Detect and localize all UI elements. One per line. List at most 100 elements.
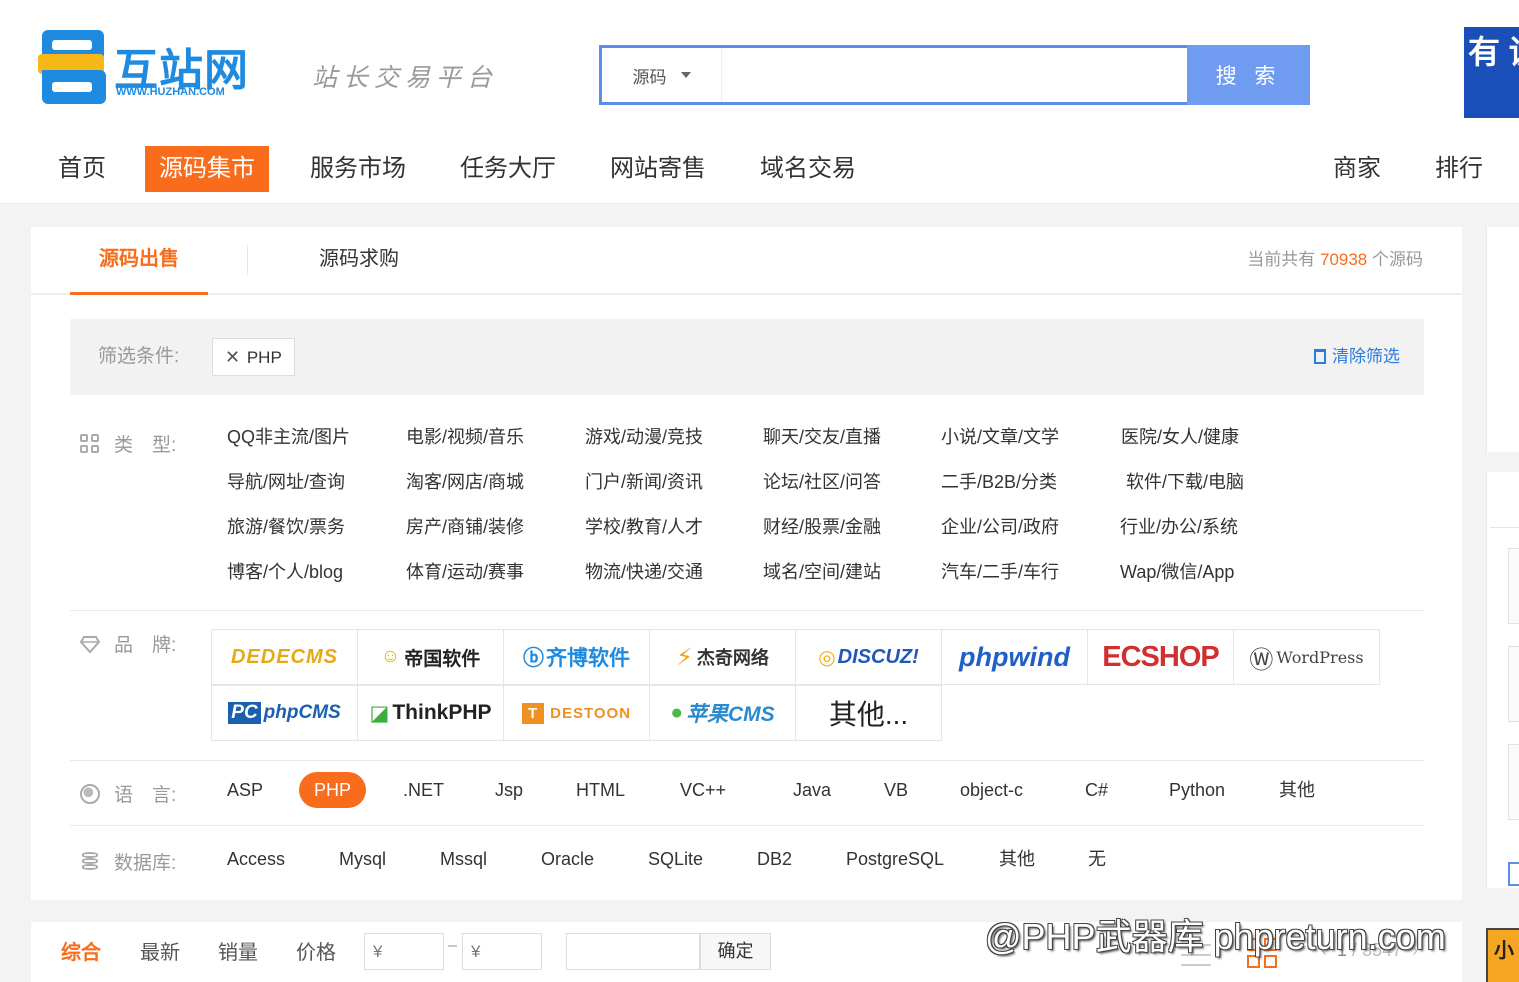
type-row-label: 类 型:	[80, 430, 176, 457]
type-item[interactable]: 房产/商铺/装修	[406, 513, 524, 539]
db-item[interactable]: 其他	[999, 841, 1035, 877]
filter-tag-php[interactable]: ✕ PHP	[212, 338, 295, 376]
db-item[interactable]: 无	[1088, 841, 1106, 877]
search-input[interactable]	[723, 48, 1189, 102]
brand-ecshop[interactable]: ECSHOP	[1087, 629, 1234, 685]
nav-item-service-market[interactable]: 服务市场	[296, 146, 420, 192]
nav-item-source-market[interactable]: 源码集市	[145, 146, 269, 192]
type-item[interactable]: 软件/下载/电脑	[1126, 468, 1244, 494]
tab-bar: 源码出售 源码求购 当前共有 70938 个源码	[31, 227, 1462, 295]
tab-source-buy[interactable]: 源码求购	[319, 227, 399, 295]
lang-item[interactable]: VB	[884, 772, 908, 808]
type-item[interactable]: 导航/网址/查询	[227, 468, 345, 494]
type-item[interactable]: 医院/女人/健康	[1121, 423, 1239, 449]
sort-newest[interactable]: 最新	[140, 936, 180, 965]
price-max-input[interactable]: ¥	[462, 933, 542, 970]
type-item[interactable]: 财经/股票/金融	[763, 513, 881, 539]
type-item[interactable]: Wap/微信/App	[1120, 558, 1234, 584]
lang-item[interactable]: Java	[793, 772, 831, 808]
lang-item[interactable]: object-c	[960, 772, 1023, 808]
db-item[interactable]: Access	[227, 841, 285, 877]
confirm-button[interactable]: 确定	[700, 933, 771, 970]
type-item[interactable]: 体育/运动/赛事	[406, 558, 524, 584]
brand-label: ECSHOP	[1102, 640, 1219, 673]
lang-item[interactable]: HTML	[576, 772, 625, 808]
globe-icon	[80, 783, 100, 804]
brand-discuz[interactable]: ◎ DISCUZ!	[795, 629, 942, 685]
lang-item-active[interactable]: PHP	[299, 772, 367, 808]
db-item[interactable]: Oracle	[541, 841, 594, 877]
lang-item[interactable]: ASP	[227, 772, 263, 808]
brand-phpwind[interactable]: phpwind	[941, 629, 1088, 685]
type-item[interactable]: 学校/教育/人才	[585, 513, 703, 539]
brand-thinkphp[interactable]: ◪ ThinkPHP	[357, 685, 504, 741]
brand-qibo[interactable]: ⓑ 齐博软件	[503, 629, 650, 685]
clear-filter-button[interactable]: 清除筛选	[1314, 319, 1400, 395]
floating-ad[interactable]: 小	[1486, 928, 1519, 982]
db-item[interactable]: SQLite	[648, 841, 703, 877]
nav-item-task-hall[interactable]: 任务大厅	[446, 146, 570, 192]
keyword-input[interactable]	[566, 933, 700, 970]
slogan: 站长交易平台	[312, 63, 499, 92]
close-icon[interactable]: ✕	[225, 347, 240, 367]
lang-item[interactable]: 其他	[1279, 772, 1315, 808]
total-suffix: 个源码	[1372, 250, 1423, 269]
nav-item-domain-trade[interactable]: 域名交易	[746, 146, 870, 192]
brand-other[interactable]: 其他...	[795, 685, 942, 741]
search-category-select[interactable]: 源码	[602, 48, 722, 102]
lang-item[interactable]: VC++	[680, 772, 726, 808]
type-item[interactable]: 域名/空间/建站	[763, 558, 881, 584]
brand-label: phpwind	[959, 641, 1070, 672]
site-logo[interactable]: 互站网 WWW.HUZHAN.COM	[38, 26, 260, 116]
sidebar-divider	[1490, 527, 1519, 528]
db-item[interactable]: DB2	[757, 841, 792, 877]
search-button[interactable]: 搜 索	[1187, 45, 1310, 105]
type-item[interactable]: 小说/文章/文学	[941, 423, 1059, 449]
trash-icon	[1314, 349, 1326, 364]
nav-item-merchants[interactable]: 商家	[1319, 146, 1395, 192]
brand-wordpress[interactable]: Ⓦ WordPress	[1233, 629, 1380, 685]
brand-destoon[interactable]: T DESTOON	[503, 685, 650, 741]
ad-banner[interactable]: 有 诚	[1464, 27, 1519, 118]
db-item[interactable]: Mssql	[440, 841, 487, 877]
sort-default[interactable]: 综合	[61, 936, 101, 965]
nav-item-ranking[interactable]: 排行	[1421, 146, 1497, 192]
lang-item[interactable]: Python	[1169, 772, 1225, 808]
lang-item[interactable]: Jsp	[495, 772, 523, 808]
type-item[interactable]: 汽车/二手/车行	[941, 558, 1059, 584]
db-item[interactable]: PostgreSQL	[846, 841, 944, 877]
type-item[interactable]: 行业/办公/系统	[1120, 513, 1238, 539]
nav-item-home[interactable]: 首页	[44, 146, 120, 192]
type-item[interactable]: QQ非主流/图片	[227, 423, 350, 449]
type-item[interactable]: 聊天/交友/直播	[763, 423, 881, 449]
tab-source-sale[interactable]: 源码出售	[70, 227, 208, 295]
sort-price[interactable]: 价格	[296, 936, 336, 965]
type-item[interactable]: 博客/个人/blog	[227, 558, 343, 584]
brand-dedecms[interactable]: DEDECMS	[211, 629, 358, 685]
brand-diguo[interactable]: ☺ 帝国软件	[357, 629, 504, 685]
sidebar-item[interactable]	[1508, 548, 1519, 624]
price-min-input[interactable]: ¥	[364, 933, 444, 970]
db-label: 数据库:	[114, 853, 177, 874]
type-item[interactable]: 物流/快递/交通	[585, 558, 703, 584]
type-item[interactable]: 游戏/动漫/竞技	[585, 423, 703, 449]
type-item[interactable]: 企业/公司/政府	[941, 513, 1059, 539]
type-item[interactable]: 电影/视频/音乐	[406, 423, 524, 449]
lang-item[interactable]: .NET	[403, 772, 444, 808]
db-item[interactable]: Mysql	[339, 841, 386, 877]
brand-phpcms[interactable]: PC phpCMS	[211, 685, 358, 741]
type-item[interactable]: 二手/B2B/分类	[941, 468, 1057, 494]
type-item[interactable]: 门户/新闻/资讯	[585, 468, 703, 494]
type-item[interactable]: 论坛/社区/问答	[763, 468, 881, 494]
type-item[interactable]: 淘客/网店/商城	[406, 468, 524, 494]
sort-sales[interactable]: 销量	[218, 936, 258, 965]
brand-jieqi[interactable]: ⚡ 杰奇网络	[649, 629, 796, 685]
type-item[interactable]: 旅游/餐饮/票务	[227, 513, 345, 539]
sidebar-item[interactable]	[1508, 744, 1519, 820]
brand-pingguocms[interactable]: ● 苹果CMS	[649, 685, 796, 741]
row-divider	[70, 760, 1424, 761]
nav-item-site-consign[interactable]: 网站寄售	[596, 146, 720, 192]
edit-icon[interactable]	[1508, 862, 1519, 886]
lang-item[interactable]: C#	[1085, 772, 1108, 808]
sidebar-item[interactable]	[1508, 646, 1519, 722]
